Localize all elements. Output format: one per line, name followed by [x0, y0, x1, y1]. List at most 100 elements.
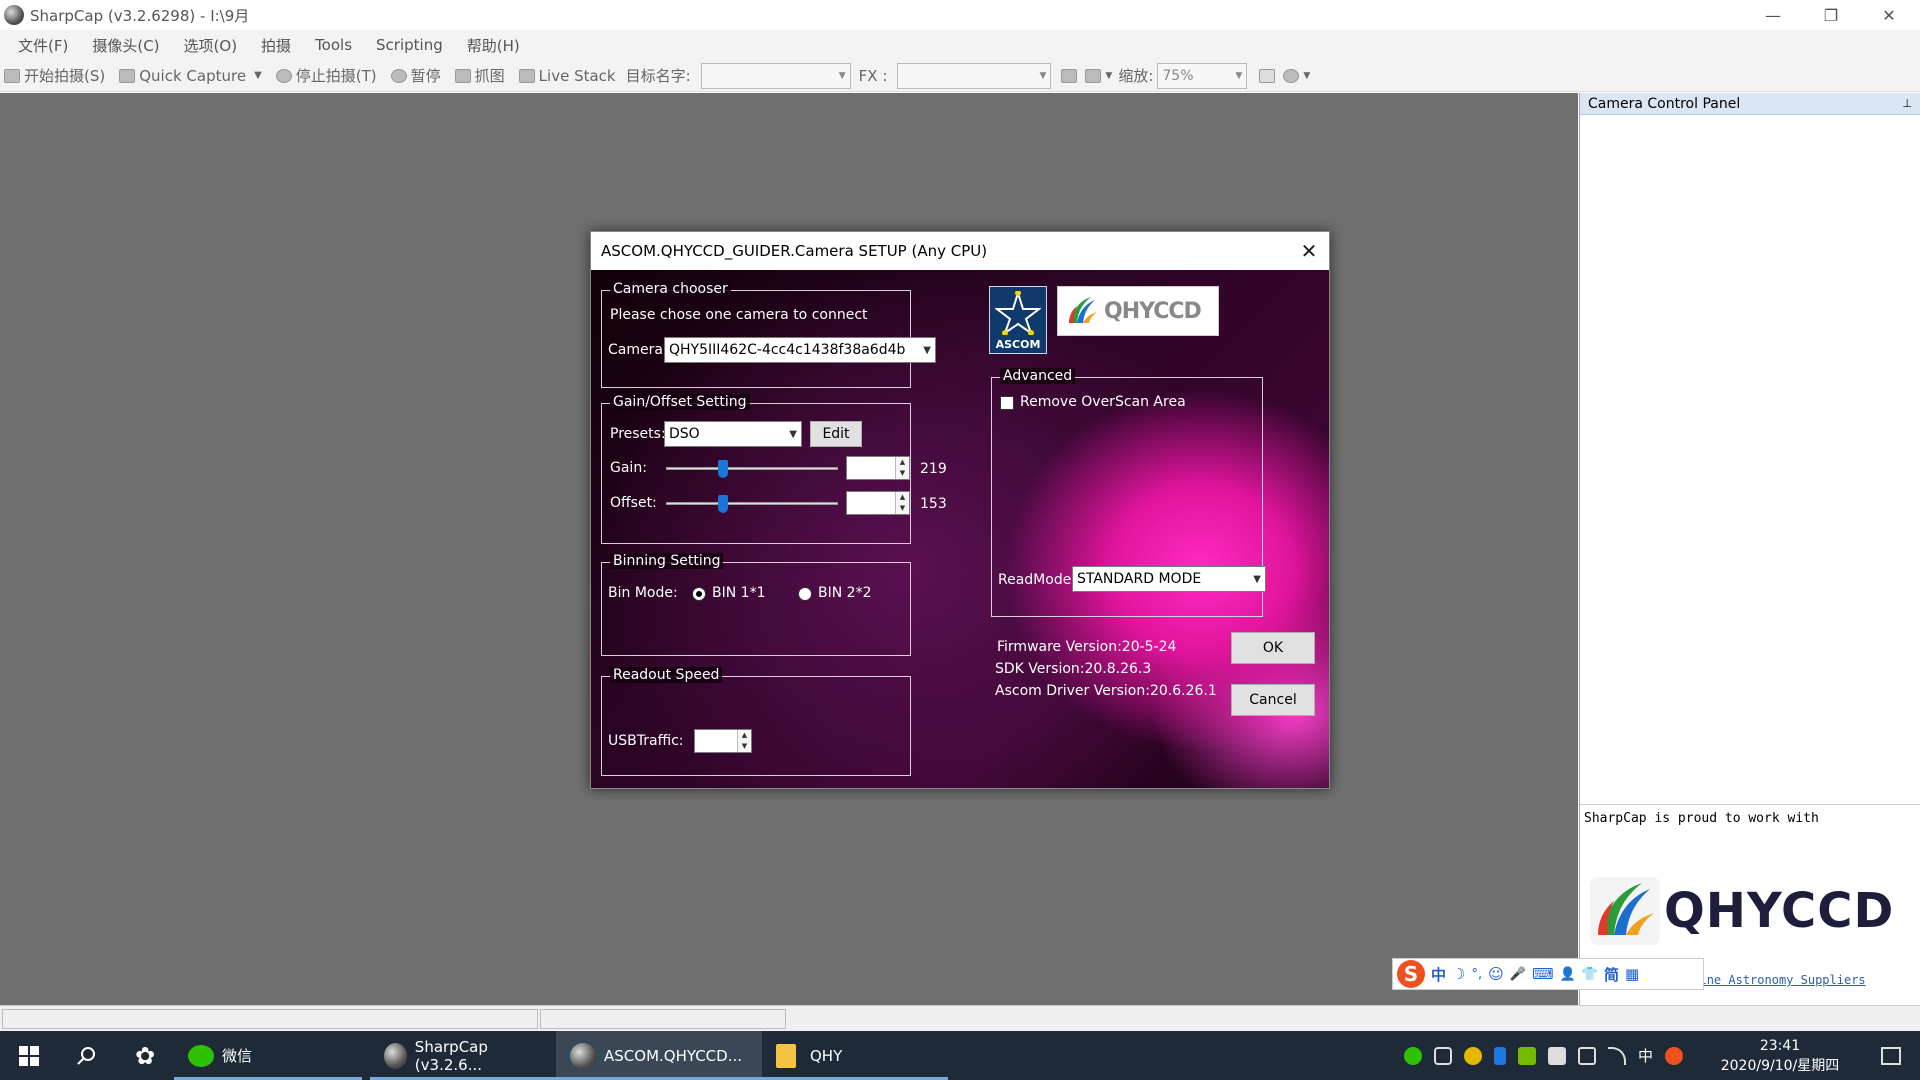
qhyccd-sponsor-logo[interactable]: QHYCCD: [1584, 873, 1918, 949]
presets-select[interactable]: DSO ▼: [664, 421, 802, 447]
zoom-value: 75%: [1162, 67, 1194, 84]
ime-indicator[interactable]: 中: [1638, 1045, 1653, 1066]
qhyccd-dialog-logo: QHYCCD: [1057, 286, 1219, 336]
ime-skin-icon[interactable]: 👕: [1582, 967, 1598, 982]
bin1-radio[interactable]: [692, 587, 706, 601]
menu-help[interactable]: 帮助(H): [455, 35, 532, 56]
ime-voice-icon[interactable]: 🎤: [1510, 967, 1526, 982]
chevron-down-icon[interactable]: ▼: [1105, 71, 1112, 81]
search-button[interactable]: [58, 1031, 116, 1080]
quick-capture-label: Quick Capture: [139, 66, 247, 85]
remove-overscan-label[interactable]: Remove OverScan Area: [1020, 394, 1186, 410]
ime-simplified-icon[interactable]: 简: [1604, 964, 1619, 985]
wifi-icon[interactable]: [1608, 1046, 1626, 1065]
fx-grid-icon[interactable]: [1085, 68, 1102, 83]
bin1-label[interactable]: BIN 1*1: [712, 585, 765, 601]
snapshot-button[interactable]: 抓图: [451, 65, 505, 86]
cancel-button[interactable]: Cancel: [1231, 684, 1315, 716]
offset-slider-thumb[interactable]: [718, 495, 728, 513]
menu-options[interactable]: 选项(O): [172, 35, 250, 56]
ime-halfwidth-icon[interactable]: ☽: [1452, 965, 1465, 983]
taskbar-app-qhy-folder[interactable]: QHY: [762, 1031, 948, 1080]
gain-spinbox[interactable]: 219 ▲ ▼: [846, 456, 910, 480]
volume-icon[interactable]: [1434, 1046, 1452, 1065]
gain-slider[interactable]: [666, 459, 838, 479]
window-title: SharpCap (v3.2.6298) - I:\9月: [30, 6, 250, 25]
start-button[interactable]: [0, 1031, 58, 1080]
usb-traffic-spinbox[interactable]: 40 ▲ ▼: [694, 729, 752, 753]
bin2-label[interactable]: BIN 2*2: [818, 585, 871, 601]
app-tray-icon[interactable]: [1464, 1046, 1482, 1065]
notification-icon: [1881, 1046, 1901, 1065]
target-name-combo[interactable]: ▼: [700, 62, 851, 89]
restore-button[interactable]: ❐: [1802, 0, 1860, 30]
pause-button[interactable]: 暂停: [387, 65, 441, 86]
chevron-down-icon[interactable]: ▼: [1303, 71, 1310, 81]
readmode-select[interactable]: STANDARD MODE ▼: [1072, 566, 1266, 592]
wechat-tray-icon[interactable]: [1404, 1046, 1422, 1065]
task-view-icon: ✿: [134, 1041, 156, 1070]
sogou-tray-icon[interactable]: [1665, 1046, 1684, 1065]
security-icon[interactable]: [1548, 1046, 1566, 1065]
snapshot-label: 抓图: [474, 67, 505, 85]
ime-user-icon[interactable]: 👤: [1560, 967, 1576, 982]
binning-title: Binning Setting: [610, 553, 724, 569]
menu-scripting[interactable]: Scripting: [364, 36, 455, 54]
task-view-button[interactable]: ✿: [116, 1031, 174, 1080]
folder-icon: [776, 1043, 796, 1068]
camera-select[interactable]: QHY5III462C-4cc4c1438f38a6d4b ▼: [664, 337, 936, 363]
offset-slider[interactable]: [666, 494, 838, 514]
bluetooth-icon[interactable]: [1494, 1046, 1506, 1065]
camera-control-panel: Camera Control Panel ⊥ SharpCap is proud…: [1579, 93, 1920, 1005]
ok-button[interactable]: OK: [1231, 632, 1315, 664]
live-stack-button[interactable]: Live Stack: [515, 67, 616, 85]
chevron-down-icon: ▼: [923, 344, 931, 356]
taskbar-app-sharpcap[interactable]: SharpCap (v3.2.6...: [370, 1031, 556, 1080]
fx-settings-icon[interactable]: [1061, 68, 1078, 83]
taskbar-app-wechat[interactable]: 微信: [174, 1031, 362, 1080]
sogou-logo-icon[interactable]: S: [1397, 960, 1425, 988]
spin-arrows-icon[interactable]: ▲ ▼: [895, 492, 909, 514]
live-stack-label: Live Stack: [538, 66, 616, 85]
ime-keyboard-icon[interactable]: ⌨: [1532, 965, 1554, 983]
ime-emoji-icon[interactable]: ☺: [1488, 965, 1504, 983]
stack-icon: [518, 68, 535, 83]
zoom-combo[interactable]: 75% ▼: [1157, 62, 1248, 89]
action-center-button[interactable]: [1862, 1031, 1920, 1080]
zoom-magnifier-icon[interactable]: [1283, 68, 1300, 83]
remove-overscan-checkbox[interactable]: [1000, 396, 1014, 410]
minimize-button[interactable]: —: [1744, 0, 1802, 30]
gain-slider-thumb[interactable]: [718, 460, 728, 478]
clock[interactable]: 23:41 2020/9/10/星期四: [1710, 1031, 1850, 1080]
dialog-close-button[interactable]: ✕: [1289, 232, 1329, 270]
start-capture-button[interactable]: 开始拍摄(S): [0, 65, 105, 86]
camera-select-value: QHY5III462C-4cc4c1438f38a6d4b: [669, 342, 906, 358]
stop-capture-button[interactable]: 停止拍摄(T): [272, 65, 377, 86]
pin-icon[interactable]: ⊥: [1902, 97, 1912, 110]
menu-file[interactable]: 文件(F): [6, 35, 80, 56]
ime-chinese-mode[interactable]: 中: [1431, 964, 1446, 985]
battery-icon[interactable]: [1578, 1046, 1596, 1065]
offset-spinbox[interactable]: 153 ▲ ▼: [846, 491, 910, 515]
menu-tools[interactable]: Tools: [303, 36, 364, 54]
nvidia-icon[interactable]: [1518, 1046, 1536, 1065]
edit-presets-button[interactable]: Edit: [810, 421, 862, 447]
chevron-down-icon[interactable]: ▼: [254, 70, 262, 81]
taskbar-app-ascom[interactable]: ASCOM.QHYCCD...: [556, 1031, 762, 1080]
ascom-setup-dialog: ASCOM.QHYCCD_GUIDER.Camera SETUP (Any CP…: [590, 231, 1330, 789]
bin2-radio[interactable]: [798, 587, 812, 601]
menu-camera[interactable]: 摄像头(C): [80, 35, 171, 56]
histogram-icon[interactable]: [1259, 68, 1276, 83]
sharpcap-icon: [384, 1042, 407, 1069]
menu-bar: 文件(F) 摄像头(C) 选项(O) 拍摄 Tools Scripting 帮助…: [0, 30, 1920, 60]
clock-date: 2020/9/10/星期四: [1720, 1057, 1840, 1074]
taskbar-app-label: 微信: [222, 1047, 253, 1065]
menu-capture[interactable]: 拍摄: [249, 35, 303, 56]
spin-arrows-icon[interactable]: ▲ ▼: [895, 457, 909, 479]
quick-capture-button[interactable]: Quick Capture ▼: [115, 67, 262, 85]
fx-combo[interactable]: ▼: [897, 62, 1052, 89]
spin-arrows-icon[interactable]: ▲ ▼: [737, 730, 751, 752]
close-window-button[interactable]: ✕: [1860, 0, 1918, 30]
ime-toolbox-icon[interactable]: ▦: [1625, 965, 1639, 983]
ime-punctuation-icon[interactable]: °,: [1471, 967, 1482, 982]
